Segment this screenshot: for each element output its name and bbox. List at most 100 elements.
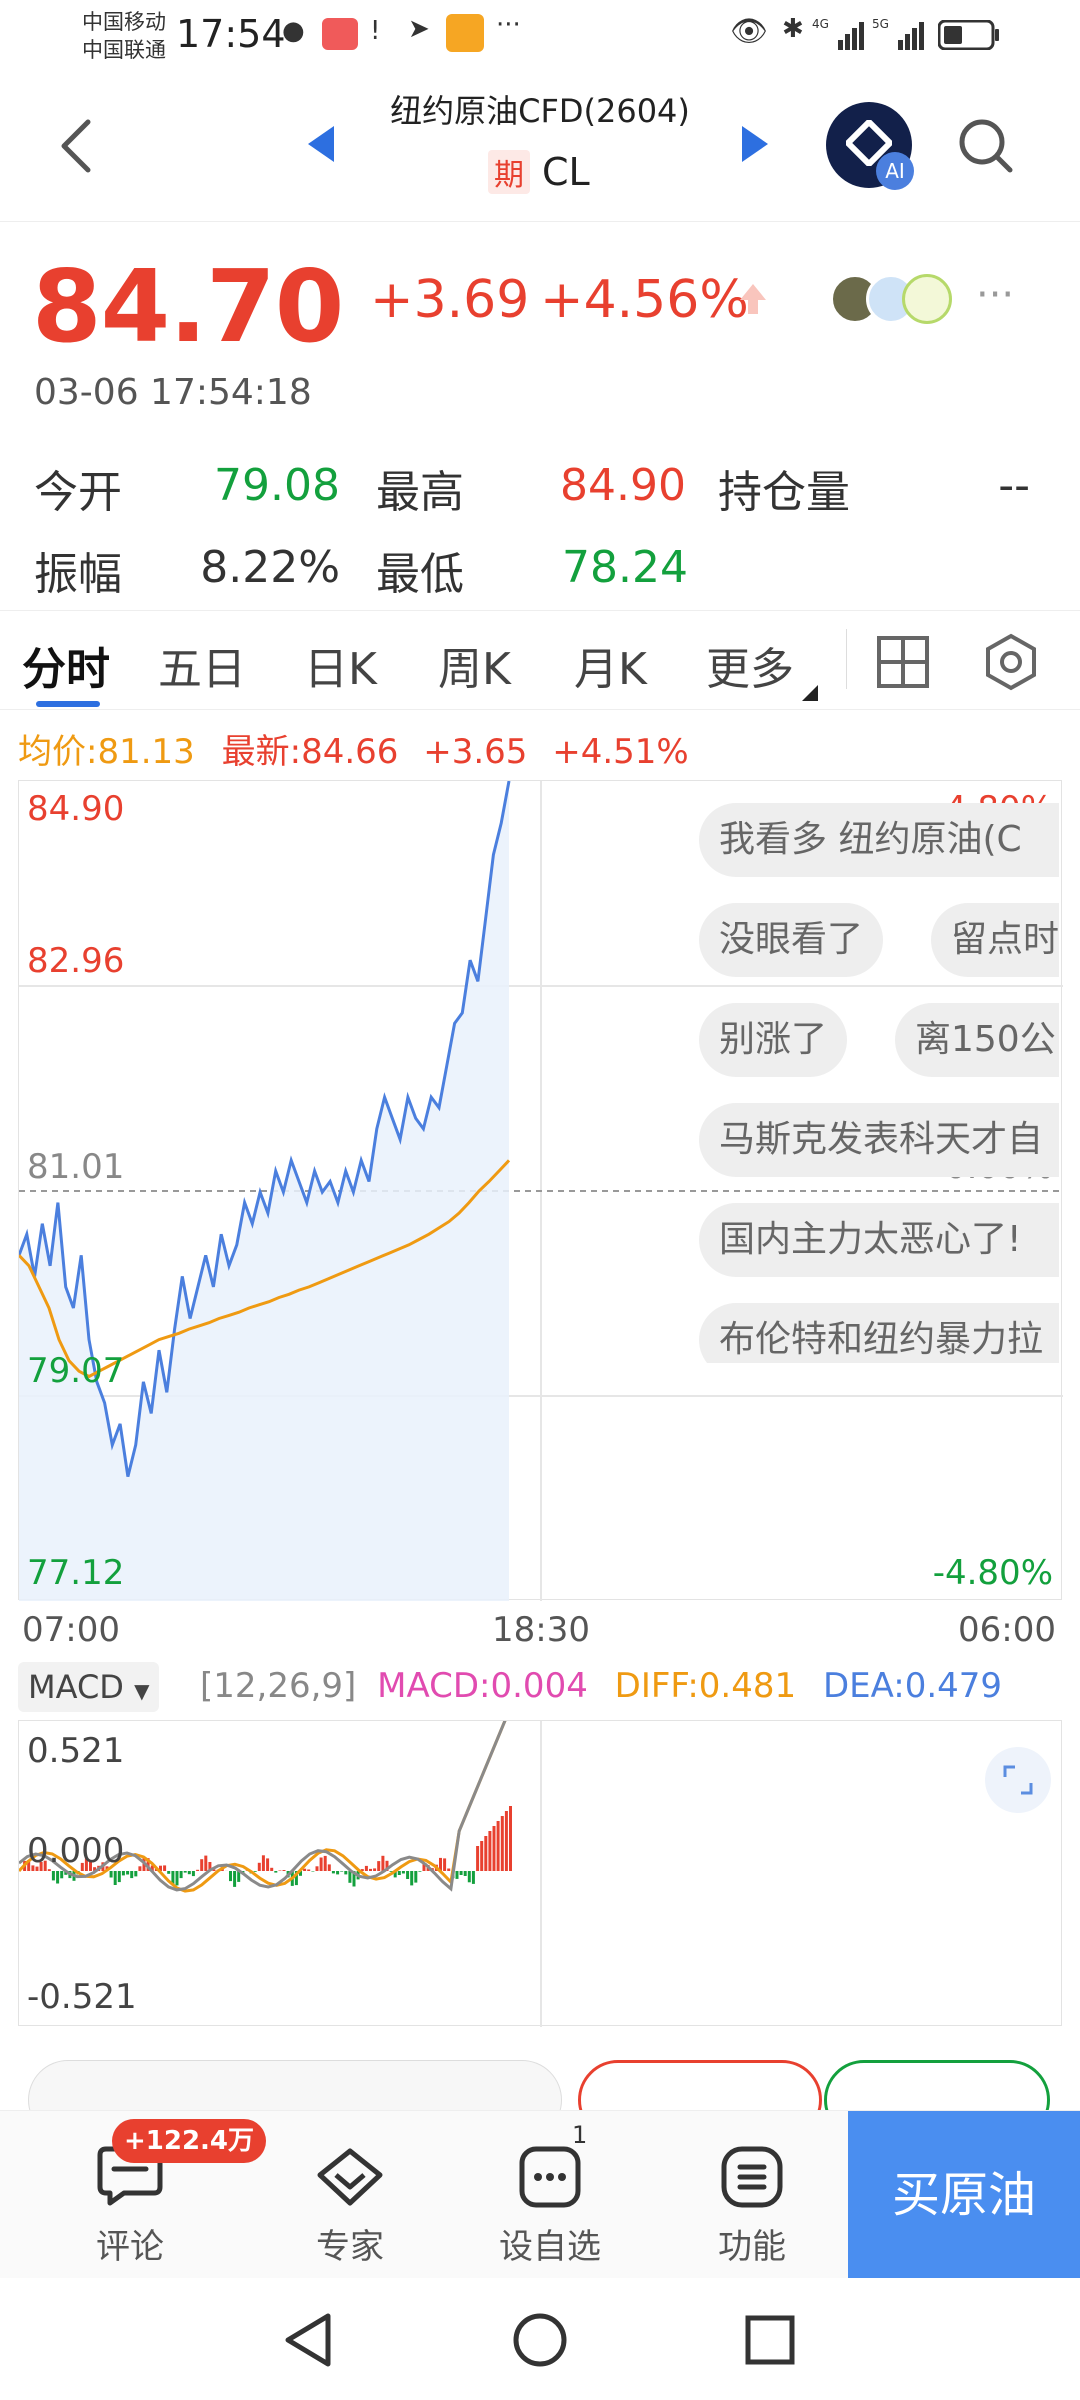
nav-function-label: 功能 — [718, 2227, 786, 2267]
macd-bar — [311, 1871, 315, 1872]
macd-bar — [204, 1855, 208, 1871]
macd-bar — [134, 1871, 138, 1877]
comment-bubble[interactable]: 别涨了 — [699, 1003, 848, 1077]
comment-bubble[interactable]: 我看多 纽约原油(C — [699, 803, 1059, 877]
nav-expert-label: 专家 — [316, 2227, 384, 2267]
tab-more[interactable]: 更多 — [706, 633, 794, 697]
stat-open-label: 今开 — [34, 467, 122, 518]
indicator-selector-label: MACD — [28, 1668, 124, 1706]
system-home-icon[interactable] — [512, 2312, 568, 2368]
battery-icon — [938, 20, 999, 50]
diamond-icon — [317, 2148, 383, 2206]
ai-assistant-button[interactable]: AI — [826, 102, 914, 190]
settings-icon[interactable] — [982, 633, 1040, 691]
y-pct-low: -4.80% — [932, 1553, 1053, 1593]
carrier-2: 中国联通 — [82, 38, 166, 62]
comment-bubble[interactable]: 没眼看了 — [699, 903, 884, 977]
expand-chart-button[interactable] — [985, 1747, 1051, 1813]
macd-bar — [51, 1871, 55, 1881]
intraday-chart[interactable]: 84.90 82.96 81.01 79.07 77.12 4.80% 0.00… — [18, 780, 1063, 1601]
comment-count-badge: +122.4万 — [112, 2119, 267, 2163]
tab-daily-k[interactable]: 日K — [304, 633, 377, 697]
macd-bar — [323, 1855, 327, 1871]
macd-bar — [364, 1865, 368, 1871]
macd-bar — [463, 1871, 467, 1876]
comment-bubble[interactable]: 国内主力太恶心了! — [699, 1203, 1059, 1277]
menu-icon — [721, 2146, 783, 2208]
next-contract-icon[interactable] — [740, 124, 770, 164]
macd-bar — [340, 1871, 344, 1872]
y-label-low: 77.12 — [27, 1553, 125, 1593]
comment-stream: 我看多 纽约原油(C 没眼看了 留点时 别涨了 离150公 马斯克发表科天才自 … — [699, 803, 1059, 1363]
macd-bar — [196, 1869, 200, 1871]
macd-bar — [200, 1859, 204, 1871]
system-recents-icon[interactable] — [744, 2314, 796, 2366]
macd-bar — [480, 1841, 484, 1871]
macd-bar — [410, 1871, 414, 1886]
macd-bar — [319, 1857, 323, 1871]
up-arrow-icon — [740, 284, 766, 314]
macd-bar — [278, 1870, 282, 1871]
header-bar: 纽约原油CFD(2604) 期 CL AI — [0, 72, 1080, 222]
comment-bubble[interactable]: 马斯克发表科天才自 — [699, 1103, 1059, 1177]
macd-bar — [130, 1871, 134, 1879]
stat-low-label: 最低 — [376, 549, 464, 600]
price-change: +3.69 — [370, 270, 530, 330]
macd-bar — [397, 1871, 401, 1875]
comment-bubble[interactable]: 离150公 — [895, 1003, 1059, 1077]
nav-comment-label: 评论 — [96, 2227, 164, 2267]
futures-badge: 期 — [488, 150, 530, 194]
stat-open-value: 79.08 — [214, 460, 340, 511]
more-notifications-icon: ··· — [496, 10, 521, 40]
y-label-upper: 82.96 — [27, 941, 125, 981]
macd-bar — [418, 1871, 422, 1872]
search-icon[interactable] — [956, 116, 1016, 176]
symbol-code: CL — [542, 150, 590, 194]
x-label-start: 07:00 — [22, 1610, 120, 1650]
carrier-1: 中国移动 — [82, 10, 166, 34]
stat-oi-label: 持仓量 — [718, 467, 850, 518]
macd-bar — [113, 1871, 117, 1885]
community-avatars[interactable] — [830, 270, 960, 330]
y-label-high: 84.90 — [27, 789, 125, 829]
status-bar: 中国移动 中国联通 17:54 ● ! ➤ ··· 👁 ✱ 4G 5G — [0, 0, 1080, 72]
macd-bar — [187, 1871, 191, 1875]
macd-bar — [167, 1871, 171, 1874]
alert-icon: ! — [370, 16, 381, 46]
layout-grid-icon[interactable] — [876, 635, 930, 689]
macd-bar — [126, 1871, 130, 1875]
stat-amplitude-value: 8.22% — [200, 542, 340, 593]
tab-weekly-k[interactable]: 周K — [438, 633, 511, 697]
nav-expert[interactable]: 专家 — [280, 2111, 420, 2279]
tab-monthly-k[interactable]: 月K — [574, 633, 647, 697]
comment-bubble[interactable]: 留点时 — [931, 903, 1059, 977]
macd-bar — [175, 1871, 179, 1886]
more-icon[interactable]: ··· — [976, 272, 1014, 318]
tab-intraday[interactable]: 分时 — [22, 633, 110, 697]
prev-contract-icon[interactable] — [306, 124, 336, 164]
stat-amplitude-label: 振幅 — [34, 549, 122, 600]
macd-chart[interactable]: 0.521 0.000 -0.521 — [18, 1720, 1062, 2027]
nav-function[interactable]: 功能 — [682, 2111, 822, 2279]
macd-bar — [138, 1866, 142, 1871]
watchlist-badge: 1 — [572, 2121, 588, 2149]
macd-bar — [373, 1868, 377, 1871]
macd-bar — [509, 1806, 512, 1871]
system-back-icon[interactable] — [282, 2312, 334, 2368]
indicator-selector[interactable]: MACD ▼ — [18, 1662, 160, 1712]
tab-five-day[interactable]: 五日 — [158, 633, 246, 697]
comment-bubble[interactable]: 布伦特和纽约暴力拉 — [699, 1303, 1059, 1363]
macd-value: MACD:0.004 — [377, 1666, 588, 1706]
status-time: 17:54 — [176, 12, 286, 56]
macd-bar — [257, 1862, 261, 1871]
buy-crude-button[interactable]: 买原油 — [848, 2111, 1080, 2279]
macd-bar — [459, 1871, 463, 1875]
chart-info-line: 均价:81.13 最新:84.66 +3.65 +4.51% — [18, 724, 689, 773]
macd-chart-svg — [19, 1721, 542, 2027]
macd-bar — [282, 1870, 286, 1871]
back-icon[interactable] — [56, 116, 96, 176]
nav-watchlist[interactable]: 1 设自选 — [480, 2111, 620, 2279]
active-tab-indicator — [36, 701, 100, 707]
macd-bar — [443, 1858, 447, 1871]
wechat-icon: ● — [282, 16, 305, 46]
